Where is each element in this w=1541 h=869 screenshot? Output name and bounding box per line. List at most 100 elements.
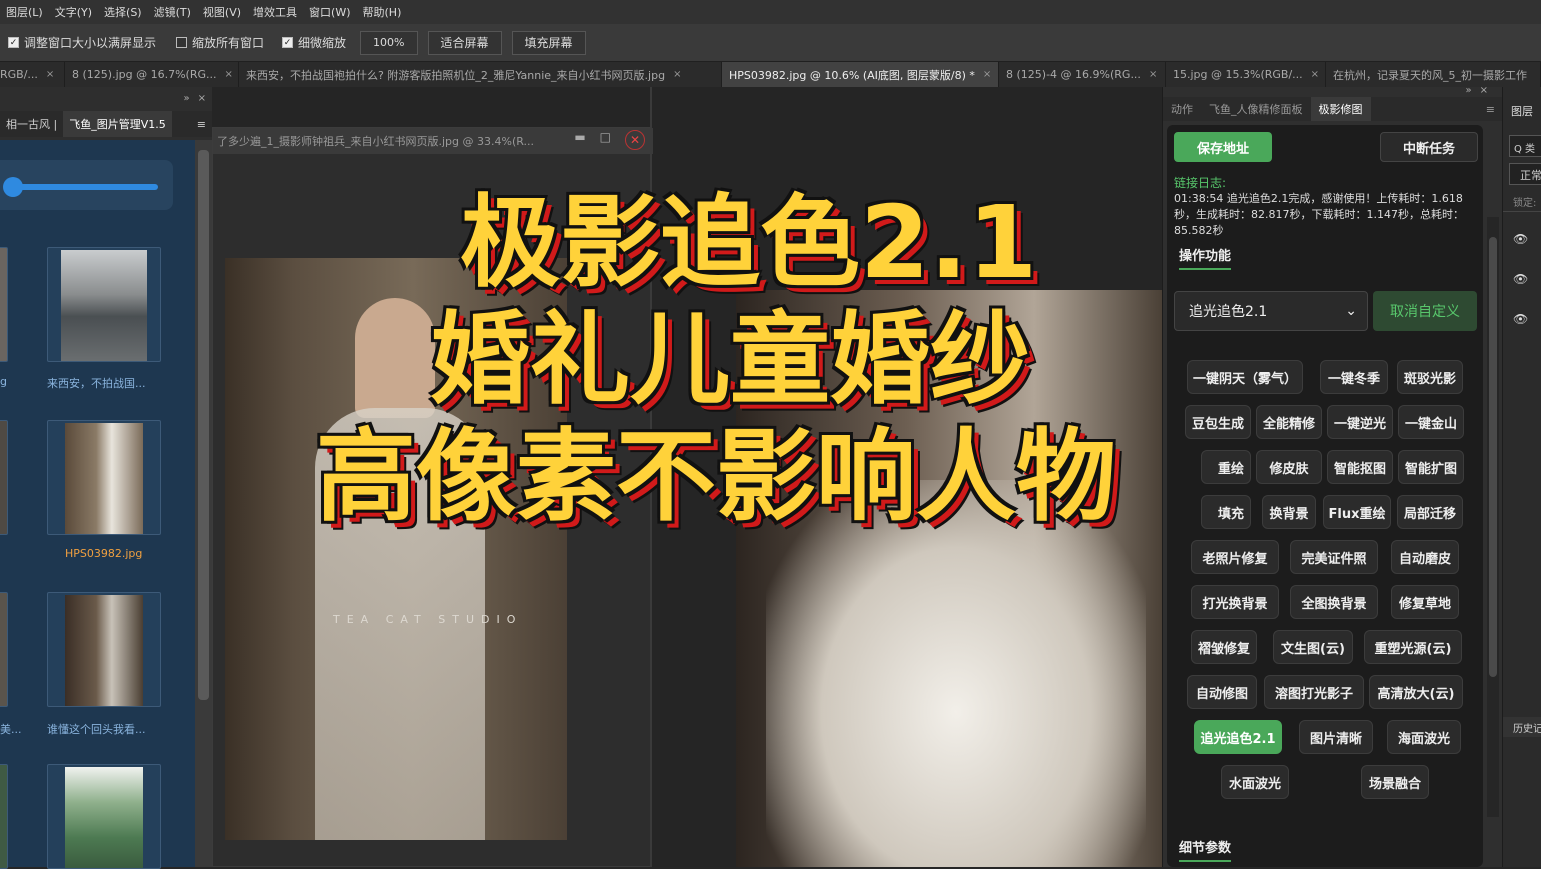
zoom-all-checkbox[interactable]: 缩放所有窗口 <box>176 34 264 51</box>
func-button-selected[interactable]: 追光追色2.1 <box>1194 720 1282 754</box>
tab-jiying-retouch[interactable]: 极影修图 <box>1310 97 1371 121</box>
fill-screen-button[interactable]: 填充屏幕 <box>511 30 586 55</box>
func-button[interactable]: 一键金山 <box>1398 405 1464 439</box>
resize-windows-checkbox[interactable]: ✓ 调整窗口大小以满屏显示 <box>8 34 156 51</box>
scrollbar-thumb[interactable] <box>1489 237 1497 677</box>
layer-filter-input[interactable]: Q 类 <box>1509 135 1541 157</box>
close-icon[interactable]: × <box>983 69 991 80</box>
doc-tab[interactable]: 在杭州，记录夏天的风_5_初一摄影工作 <box>1326 62 1541 87</box>
thumbnail-image[interactable] <box>0 247 8 362</box>
cancel-custom-button[interactable]: 取消自定义 <box>1373 291 1477 331</box>
func-button[interactable]: 重塑光源(云) <box>1364 630 1462 664</box>
zoom-value-field[interactable]: 100% <box>360 30 418 55</box>
scrollbar[interactable] <box>195 140 212 867</box>
document-photo[interactable]: TEA CAT STUDIO <box>225 258 567 840</box>
close-icon[interactable]: × <box>198 93 206 104</box>
eye-icon[interactable]: 👁 <box>1513 272 1528 286</box>
func-button[interactable]: 一键冬季 <box>1320 360 1388 394</box>
thumbnail-image[interactable] <box>0 592 8 707</box>
thumbnail-image[interactable] <box>0 764 8 869</box>
menu-layer[interactable]: 图层(L) <box>0 4 49 20</box>
func-button[interactable]: 全能精修 <box>1256 405 1322 439</box>
eye-icon[interactable]: 👁 <box>1513 232 1528 246</box>
blend-mode-select[interactable]: 正常 <box>1509 163 1541 185</box>
func-button[interactable]: 高清放大(云) <box>1369 675 1463 709</box>
func-button[interactable]: Flux重绘 <box>1323 495 1391 529</box>
menu-window[interactable]: 窗口(W) <box>303 4 356 20</box>
func-button[interactable]: 水面波光 <box>1221 765 1289 799</box>
doc-tab[interactable]: 来西安，不拍战国袍拍什么? 附游客版拍照机位_2_雅尼Yannie_来自小红书网… <box>239 62 722 87</box>
func-button[interactable]: 填充 <box>1201 495 1251 529</box>
thumbnail-card[interactable] <box>47 592 161 707</box>
func-button[interactable]: 自动修图 <box>1187 675 1257 709</box>
menu-view[interactable]: 视图(V) <box>197 4 247 20</box>
close-icon[interactable]: × <box>1149 69 1157 80</box>
close-icon[interactable]: × <box>46 69 54 80</box>
func-button[interactable]: 一键逆光 <box>1327 405 1393 439</box>
func-button[interactable]: 智能扩图 <box>1398 450 1464 484</box>
func-button[interactable]: 重绘 <box>1201 450 1251 484</box>
menu-filter[interactable]: 滤镜(T) <box>148 4 197 20</box>
func-button[interactable]: 自动磨皮 <box>1391 540 1459 574</box>
doc-tab[interactable]: 8 (125).jpg @ 16.7%(RG... × <box>65 62 239 87</box>
scrollbar[interactable] <box>1487 217 1499 817</box>
func-button[interactable]: 褶皱修复 <box>1191 630 1257 664</box>
eye-icon[interactable]: 👁 <box>1513 312 1528 326</box>
func-button[interactable]: 完美证件照 <box>1290 540 1378 574</box>
func-button[interactable]: 场景融合 <box>1361 765 1429 799</box>
minimize-icon[interactable]: ▬ <box>574 130 585 150</box>
thumbnail-card[interactable] <box>47 420 161 535</box>
func-button[interactable]: 溶图打光影子 <box>1264 675 1364 709</box>
doc-tab[interactable]: 8 (125)-4 @ 16.9%(RG... × <box>999 62 1166 87</box>
collapse-icon[interactable]: » <box>1465 85 1471 96</box>
thumbnail-card[interactable] <box>47 764 161 869</box>
panel-menu-icon[interactable]: ≡ <box>191 111 212 137</box>
save-location-button[interactable]: 保存地址 <box>1174 132 1272 162</box>
history-panel-tab[interactable]: 历史记 <box>1503 717 1541 737</box>
close-icon[interactable]: × <box>224 69 232 80</box>
func-button[interactable]: 斑驳光影 <box>1397 360 1463 394</box>
func-button[interactable]: 图片清晰 <box>1299 720 1373 754</box>
close-icon[interactable]: ✕ <box>625 130 645 150</box>
func-button[interactable]: 打光换背景 <box>1191 585 1279 619</box>
thumbnail-size-slider[interactable] <box>0 160 173 210</box>
func-button[interactable]: 豆包生成 <box>1185 405 1251 439</box>
panel-menu-icon[interactable]: ≡ <box>1478 97 1503 121</box>
slider-handle[interactable] <box>3 177 23 197</box>
scrollbar-thumb[interactable] <box>198 150 209 700</box>
func-button[interactable]: 修皮肤 <box>1256 450 1322 484</box>
func-button[interactable]: 全图换背景 <box>1290 585 1378 619</box>
menu-type[interactable]: 文字(Y) <box>49 4 98 20</box>
scrubby-zoom-checkbox[interactable]: ✓ 细微缩放 <box>282 34 346 51</box>
tab-actions[interactable]: 动作 <box>1163 97 1201 121</box>
menu-select[interactable]: 选择(S) <box>98 4 148 20</box>
func-button[interactable]: 文生图(云) <box>1273 630 1353 664</box>
thumbnail-card[interactable] <box>47 247 161 362</box>
fit-screen-button[interactable]: 适合屏幕 <box>427 30 502 55</box>
func-button[interactable]: 老照片修复 <box>1191 540 1279 574</box>
tab-portrait-panel[interactable]: 飞鱼_人像精修面板 <box>1201 97 1311 121</box>
collapse-icon[interactable]: » <box>183 93 189 104</box>
func-button[interactable]: 修复草地 <box>1391 585 1459 619</box>
close-icon[interactable]: × <box>1480 85 1488 96</box>
func-button[interactable]: 局部迁移 <box>1397 495 1463 529</box>
close-icon[interactable]: × <box>1311 69 1319 80</box>
func-button[interactable]: 换背景 <box>1262 495 1316 529</box>
menu-plugins[interactable]: 增效工具 <box>247 4 303 20</box>
thumbnail-image[interactable] <box>0 420 8 535</box>
func-button[interactable]: 一键阴天（雾气） <box>1187 360 1303 394</box>
doc-tab-active[interactable]: HPS03982.jpg @ 10.6% (AI底图, 图层蒙版/8) * × <box>722 62 999 87</box>
menu-help[interactable]: 帮助(H) <box>357 4 408 20</box>
layers-title[interactable]: 图层 <box>1511 103 1533 119</box>
preset-dropdown[interactable]: 追光追色2.1 ⌄ <box>1174 291 1368 331</box>
document-photo-main[interactable] <box>736 290 1162 867</box>
tab-gufeng[interactable]: 相一古风 | <box>0 111 63 137</box>
func-button[interactable]: 智能抠图 <box>1327 450 1393 484</box>
close-icon[interactable]: × <box>673 69 681 80</box>
doc-tab[interactable]: 15.jpg @ 15.3%(RGB/... × <box>1166 62 1326 87</box>
doc-tab[interactable]: RGB/... × <box>0 62 65 87</box>
maximize-icon[interactable]: □ <box>600 130 611 150</box>
stop-task-button[interactable]: 中断任务 <box>1380 132 1478 162</box>
func-button[interactable]: 海面波光 <box>1387 720 1461 754</box>
tab-image-manager[interactable]: 飞鱼_图片管理V1.5 <box>63 111 172 137</box>
